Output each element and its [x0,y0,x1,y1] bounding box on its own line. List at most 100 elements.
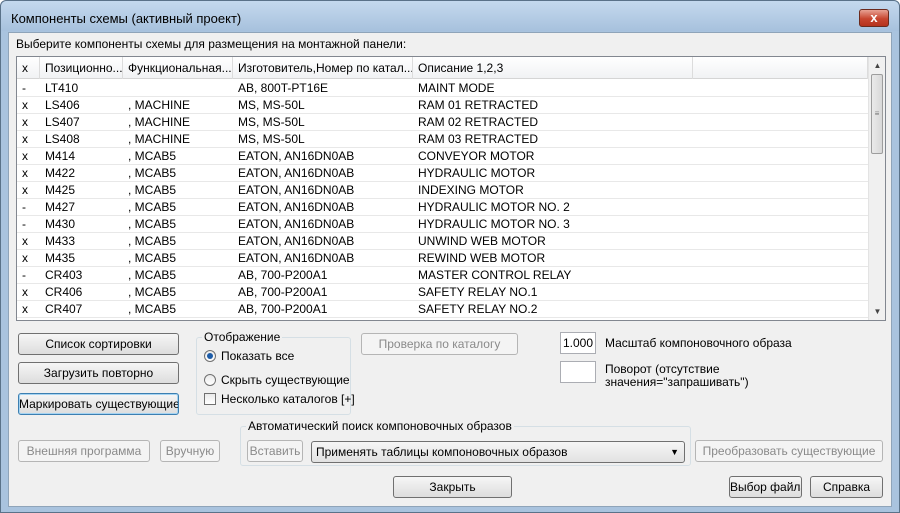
cell-description: REWIND WEB MOTOR [418,251,546,265]
display-group-label: Отображение [202,330,283,344]
cell-check: x [22,115,28,129]
cell-tag: M414 [45,149,76,163]
cell-check: x [22,98,28,112]
scroll-thumb[interactable]: ≡ [871,74,883,154]
column-header-function[interactable]: Функциональная... [123,57,233,79]
table-row[interactable]: x CR407 , MCAB5 AB, 700-P200A1 SAFETY RELAY … [17,301,868,318]
external-program-button[interactable]: Внешняя программа [18,440,150,462]
table-row[interactable]: - M427 , MCAB5 EATON, AN16DN0AB HYDRAULIC MO… [17,199,868,216]
cell-function: , MCAB5 [128,251,177,265]
cell-function: , MACHINE [128,132,191,146]
cell-check: - [22,81,26,95]
cell-manufacturer: EATON, AN16DN0AB [238,183,355,197]
cell-function: , MCAB5 [128,234,177,248]
layout-tables-dropdown[interactable]: Применять таблицы компоновочных образов … [311,441,685,463]
cell-description: RAM 01 RETRACTED [418,98,539,112]
choose-file-button[interactable]: Выбор файла [729,476,802,498]
cell-manufacturer: AB, 700-P200A1 [238,302,328,316]
cell-function: , MCAB5 [128,302,177,316]
table-row[interactable]: x M435 , MCAB5 EATON, AN16DN0AB REWIND WEB M… [17,250,868,267]
dropdown-selected-value: Применять таблицы компоновочных образов [316,445,568,459]
cell-manufacturer: MS, MS-50L [238,132,305,146]
cell-check: x [22,183,28,197]
cell-function [123,80,233,97]
checkbox-icon [204,393,216,405]
column-header-tag[interactable]: Позиционно... [40,57,123,79]
cell-manufacturer: EATON, AN16DN0AB [238,251,355,265]
help-button[interactable]: Справка [810,476,883,498]
scale-input[interactable]: 1.000 [560,332,596,354]
window-title: Компоненты схемы (активный проект) [11,11,242,26]
vertical-scrollbar[interactable]: ▲ ≡ ▼ [868,57,885,320]
cell-manufacturer: EATON, AN16DN0AB [238,217,355,231]
table-row[interactable]: x LS408 , MACHINE MS, MS-50L RAM 03 RETRACTE… [17,131,868,148]
column-header-description[interactable]: Описание 1,2,3 [413,57,693,79]
cell-function: , MCAB5 [128,149,177,163]
cell-check: x [22,302,28,316]
close-window-button[interactable]: x [859,9,889,27]
auto-search-label: Автоматический поиск компоновочных образ… [246,419,514,433]
manual-button[interactable]: Вручную [160,440,220,462]
sort-list-button[interactable]: Список сортировки [18,333,179,355]
cell-function: , MCAB5 [128,200,177,214]
column-header-manufacturer[interactable]: Изготовитель,Номер по катал... [233,57,413,79]
table-header: x Позиционно... Функциональная... Изгото… [17,57,868,79]
cell-description: INDEXING MOTOR [418,183,524,197]
cell-description: CONVEYOR MOTOR [418,149,535,163]
scroll-up-arrow-icon[interactable]: ▲ [869,57,885,74]
cell-manufacturer: EATON, AN16DN0AB [238,200,355,214]
cell-manufacturer: MS, MS-50L [238,115,305,129]
show-all-label: Показать все [221,349,295,363]
cell-manufacturer: EATON, AN16DN0AB [238,149,355,163]
table-row[interactable]: x LS406 , MACHINE MS, MS-50L RAM 01 RETRACTE… [17,97,868,114]
hide-existing-label: Скрыть существующие [221,373,350,387]
radio-unselected-icon [204,374,216,386]
reload-button[interactable]: Загрузить повторно [18,362,179,384]
insert-button[interactable]: Вставить [247,440,303,462]
cell-check: x [22,251,28,265]
title-bar[interactable]: Компоненты схемы (активный проект) x [1,1,899,31]
column-header-check[interactable]: x [17,57,40,79]
cell-check: x [22,149,28,163]
cell-tag: CR406 [45,285,83,299]
table-row[interactable]: - LT410 AB, 800T-PT16E MAINT MODE [17,80,868,97]
cell-manufacturer: AB, 800T-PT16E [238,81,329,95]
table-row[interactable]: x M414 , MCAB5 EATON, AN16DN0AB CONVEYOR MOT… [17,148,868,165]
cell-manufacturer: MS, MS-50L [238,98,305,112]
table-row[interactable]: x M422 , MCAB5 EATON, AN16DN0AB HYDRAULIC MO… [17,165,868,182]
cell-tag: M427 [45,200,76,214]
cell-description: UNWIND WEB MOTOR [418,234,546,248]
cell-description: HYDRAULIC MOTOR NO. 2 [418,200,570,214]
table-row[interactable]: - CR403 , MCAB5 AB, 700-P200A1 MASTER CONTRO… [17,267,868,284]
cell-manufacturer: EATON, AN16DN0AB [238,234,355,248]
table-row[interactable]: x CR406 , MCAB5 AB, 700-P200A1 SAFETY RELAY … [17,284,868,301]
rotation-label-line1: Поворот (отсутствие [605,362,720,376]
cell-function: , MCAB5 [128,268,177,282]
cell-tag: CR407 [45,302,83,316]
scroll-down-arrow-icon[interactable]: ▼ [869,303,885,320]
catalog-check-button[interactable]: Проверка по каталогу [361,333,518,355]
scale-label: Масштаб компоновочного образа [605,336,792,350]
instruction-label: Выберите компоненты схемы для размещения… [16,37,407,51]
cell-tag: M430 [45,217,76,231]
table-row[interactable]: x M433 , MCAB5 EATON, AN16DN0AB UNWIND WEB M… [17,233,868,250]
cell-check: - [22,268,26,282]
cell-tag: LT410 [45,81,79,95]
table-row[interactable]: x M425 , MCAB5 EATON, AN16DN0AB INDEXING MOT… [17,182,868,199]
column-header-extra[interactable] [693,57,868,79]
components-table[interactable]: x Позиционно... Функциональная... Изгото… [16,56,886,321]
mark-existing-button[interactable]: Маркировать существующие [18,393,179,415]
cell-description: RAM 02 RETRACTED [418,115,539,129]
cell-manufacturer: AB, 700-P200A1 [238,268,328,282]
table-row[interactable]: x LS407 , MACHINE MS, MS-50L RAM 02 RETRACTE… [17,114,868,131]
cell-tag: LS408 [45,132,80,146]
close-button[interactable]: Закрыть [393,476,512,498]
cell-description: MASTER CONTROL RELAY [418,268,572,282]
table-row[interactable]: - M430 , MCAB5 EATON, AN16DN0AB HYDRAULIC MO… [17,216,868,233]
convert-existing-button[interactable]: Преобразовать существующие [695,440,883,462]
rotation-input[interactable] [560,361,596,383]
cell-check: x [22,166,28,180]
cell-manufacturer: EATON, AN16DN0AB [238,166,355,180]
cell-tag: LS407 [45,115,80,129]
cell-function: , MACHINE [128,98,191,112]
